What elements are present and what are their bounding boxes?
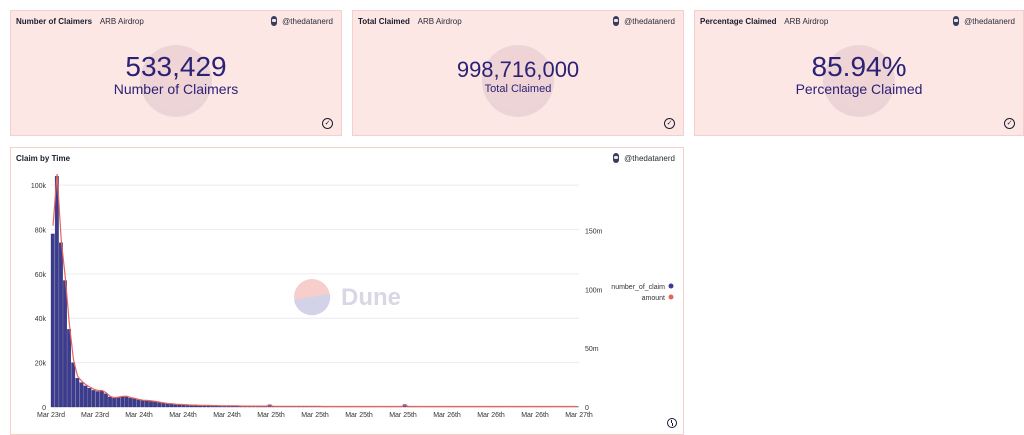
counter-label: Percentage Claimed	[795, 81, 923, 97]
card-subtitle: ARB Airdrop	[417, 17, 462, 26]
bar	[63, 280, 67, 408]
avatar-icon	[953, 16, 960, 26]
bar	[75, 378, 80, 408]
bar	[120, 396, 125, 408]
check-icon[interactable]: ✓	[1004, 118, 1015, 129]
x-tick-label: Mar 24th	[169, 412, 197, 419]
y-right-tick-label: 100m	[585, 287, 603, 294]
y-right-tick-label: 150m	[585, 228, 603, 235]
bar	[108, 396, 112, 408]
card-header: Percentage Claimed ARB Airdrop	[700, 17, 828, 26]
y-left-tick-label: 80k	[35, 227, 47, 234]
bar	[149, 401, 153, 408]
bar	[153, 401, 157, 408]
counter-label: Total Claimed	[484, 83, 552, 95]
bar	[128, 397, 133, 408]
y-left-tick-label: 20k	[35, 361, 47, 368]
y-left-tick-label: 0	[42, 405, 46, 412]
card-title: Number of Claimers	[16, 17, 93, 26]
claim-chart: Dune 0 20k 40k 60k 80k 100k 0 50m 100m 150m Mar 23…	[31, 173, 674, 419]
counter-value: 85.94%	[811, 51, 907, 82]
bar	[132, 398, 137, 408]
bar	[71, 362, 76, 408]
bar	[59, 242, 63, 408]
bar	[136, 399, 141, 408]
stat-card-number-of-claimers: Number of Claimers ARB Airdrop @thedatan…	[10, 10, 342, 136]
card-title: Total Claimed	[358, 17, 410, 26]
bar	[144, 400, 149, 408]
check-icon[interactable]: ✓	[664, 118, 675, 129]
x-tick-label: Mar 25th	[345, 412, 373, 419]
author-link[interactable]: @thedatanerd	[613, 16, 675, 26]
x-tick-label: Mar 27th	[565, 412, 593, 419]
bar	[67, 329, 72, 408]
card-header: Number of Claimers ARB Airdrop	[16, 17, 144, 26]
check-icon[interactable]: ✓	[322, 118, 333, 129]
legend-label: amount	[642, 295, 665, 302]
clock-icon[interactable]	[667, 418, 677, 428]
card-subtitle: ARB Airdrop	[99, 17, 144, 26]
dune-watermark-text: Dune	[341, 284, 401, 311]
bar	[79, 382, 84, 408]
x-tick-label: Mar 25th	[257, 412, 285, 419]
card-header: Total Claimed ARB Airdrop	[358, 17, 462, 26]
legend-swatch	[668, 294, 674, 300]
x-tick-label: Mar 26th	[477, 412, 505, 419]
legend-swatch	[668, 283, 674, 289]
x-tick-label: Mar 25th	[389, 412, 417, 419]
card-title: Percentage Claimed	[700, 17, 777, 26]
counter-value: 533,429	[125, 51, 227, 82]
chart-card-claim-by-time: Claim by Time @thedatanerd Dune 0 20k 40k 6…	[10, 147, 684, 435]
bar	[165, 403, 170, 408]
bar	[161, 402, 166, 408]
bar	[83, 385, 88, 408]
bar	[87, 387, 92, 408]
x-tick-label: Mar 24th	[213, 412, 241, 419]
x-tick-label: Mar 23rd	[81, 412, 109, 419]
bar	[99, 390, 104, 408]
y-right-tick-label: 50m	[585, 346, 599, 353]
x-tick-label: Mar 23rd	[37, 412, 65, 419]
author-name: @thedatanerd	[282, 16, 333, 26]
card-subtitle: ARB Airdrop	[784, 17, 829, 26]
y-left-tick-label: 100k	[31, 183, 47, 190]
bar	[124, 396, 129, 408]
author-name: @thedatanerd	[624, 16, 675, 26]
avatar-icon	[613, 16, 620, 26]
bar	[104, 393, 108, 408]
legend-label: number_of_claim	[611, 284, 665, 291]
counter-label: Number of Claimers	[113, 81, 239, 97]
stat-card-total-claimed: Total Claimed ARB Airdrop @thedatanerd 9…	[352, 10, 684, 136]
bar	[95, 391, 100, 408]
y-left-tick-label: 40k	[35, 316, 47, 323]
bar	[112, 397, 117, 408]
author-name: @thedatanerd	[964, 16, 1015, 26]
y-left-tick-label: 60k	[35, 272, 47, 279]
x-tick-label: Mar 26th	[433, 412, 461, 419]
bar	[91, 390, 96, 408]
author-link[interactable]: @thedatanerd	[271, 16, 333, 26]
avatar-icon	[271, 16, 278, 26]
bar	[140, 400, 145, 408]
x-tick-label: Mar 25th	[301, 412, 329, 419]
x-tick-label: Mar 26th	[521, 412, 549, 419]
bar	[54, 176, 59, 408]
bar	[157, 402, 162, 408]
bar	[116, 397, 121, 408]
bar	[50, 233, 55, 408]
counter-value: 998,716,000	[456, 57, 580, 82]
dune-watermark: Dune	[294, 279, 401, 316]
x-tick-label: Mar 24th	[125, 412, 153, 419]
y-right-tick-label: 0	[585, 405, 589, 412]
stat-card-percentage-claimed: Percentage Claimed ARB Airdrop @thedatan…	[694, 10, 1024, 136]
author-link[interactable]: @thedatanerd	[953, 16, 1015, 26]
